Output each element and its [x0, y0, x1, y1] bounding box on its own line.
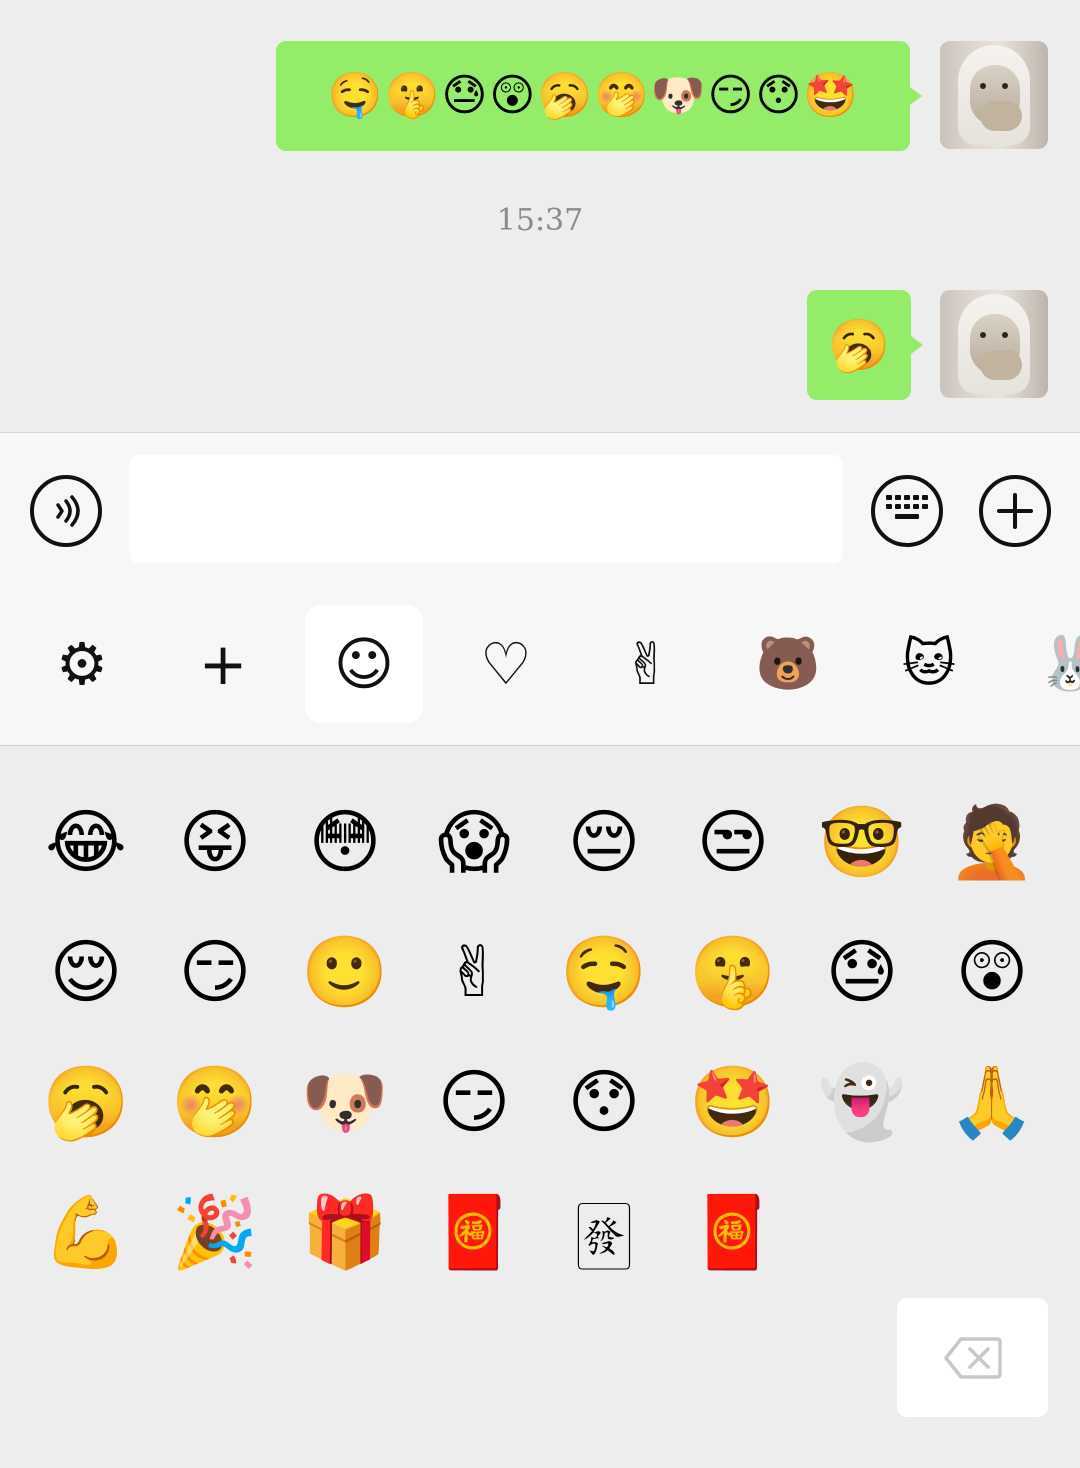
emoji-key[interactable]: 🤓	[812, 792, 912, 892]
keyboard-icon	[886, 495, 928, 519]
emoji-key[interactable]: 😔	[554, 792, 654, 892]
emoji-panel: 😂 😝 😳 😱 😔 😒 🤓 🤦 😌 😏 🙂 ✌ 🤤 🤫 😓 😲 🥱 🤭 🐶 😏 😯 🤩 👻 🙏 💪 🎉 🎁 🧧 🀅 🧧	[0, 746, 1080, 1468]
emoji-key[interactable]: 🎁	[295, 1182, 395, 1282]
message-emoji: 🤩	[803, 70, 859, 121]
emoji-key[interactable]: 🧧	[424, 1182, 524, 1282]
tab-rabbit-pack[interactable]: 🐰	[1011, 605, 1080, 723]
message-timestamp: 15:37	[496, 203, 584, 238]
backspace-icon	[943, 1336, 1002, 1379]
emoji-key[interactable]: 😯	[554, 1052, 654, 1152]
message-emoji: 🥱	[827, 316, 891, 374]
emoji-key[interactable]: ✌	[424, 922, 524, 1022]
emoji-key[interactable]: 🙂	[295, 922, 395, 1022]
emoji-key[interactable]: 🤭	[165, 1052, 265, 1152]
plus-icon: +	[198, 630, 248, 698]
cat-sticker-pack-icon: 🐱	[901, 634, 957, 694]
emoji-key[interactable]: 😝	[165, 792, 265, 892]
emoji-key[interactable]: 👻	[812, 1052, 912, 1152]
emoji-key[interactable]: 🧧	[683, 1182, 783, 1282]
keyboard-button[interactable]	[871, 475, 943, 547]
emoji-key[interactable]: 🐶	[295, 1052, 395, 1152]
heart-icon: ♡	[480, 630, 532, 698]
chat-area: 🤤 🤫 😓 😲 🥱 🤭 🐶 😏 😯 🤩 15:37 🥱	[0, 0, 1080, 432]
more-button[interactable]	[979, 475, 1051, 547]
message-emoji: 🥱	[537, 70, 592, 121]
emoji-key[interactable]: 😓	[812, 922, 912, 1022]
emoji-key[interactable]: 😱	[424, 792, 524, 892]
emoji-key[interactable]: 😳	[295, 792, 395, 892]
gear-icon: ⚙	[56, 630, 108, 698]
message-emoji: 🤭	[594, 70, 649, 121]
delete-button[interactable]	[897, 1298, 1048, 1417]
emoji-key[interactable]: 💪	[36, 1182, 136, 1282]
avatar[interactable]	[940, 290, 1048, 398]
tab-settings[interactable]: ⚙	[23, 605, 141, 723]
rabbit-sticker-pack-icon: 🐰	[1037, 634, 1080, 694]
smiley-icon: ☺	[333, 630, 395, 698]
emoji-key[interactable]: 🤤	[554, 922, 654, 1022]
message-bubble[interactable]: 🥱	[807, 290, 923, 400]
emoji-key[interactable]: 😏	[424, 1052, 524, 1152]
tab-bears-pack[interactable]: 🐻	[729, 605, 847, 723]
voice-icon	[56, 495, 80, 527]
emoji-key[interactable]: 😂	[36, 792, 136, 892]
avatar[interactable]	[940, 41, 1048, 149]
emoji-key[interactable]: 🤦	[942, 792, 1042, 892]
tab-add[interactable]: +	[164, 605, 282, 723]
tab-favorites[interactable]: ♡	[447, 605, 565, 723]
message-emoji: 🐶	[650, 70, 706, 121]
message-emoji: 😯	[755, 70, 802, 121]
emoji-key[interactable]: 🤫	[683, 922, 783, 1022]
bear-sticker-pack-icon: 🐻	[755, 634, 821, 694]
emoji-key[interactable]: 🙏	[942, 1052, 1042, 1152]
emoji-key[interactable]: 😲	[942, 922, 1042, 1022]
message-emoji: 😲	[489, 70, 536, 121]
message-emoji: 😓	[441, 70, 488, 121]
message-emoji: 😏	[707, 70, 754, 121]
tab-cat-pack[interactable]: 🐱	[870, 605, 988, 723]
message-bubble[interactable]: 🤤 🤫 😓 😲 🥱 🤭 🐶 😏 😯 🤩	[276, 41, 922, 151]
message-emoji: 🤤	[327, 70, 383, 121]
emoji-key[interactable]: 😒	[683, 792, 783, 892]
emoji-key[interactable]: 🀅	[554, 1182, 654, 1282]
plus-circle-icon	[997, 493, 1033, 529]
sticker-tab-bar: ⚙ + ☺ ♡ ✌ 🐻 🐱 🐰	[0, 585, 1080, 746]
voice-button[interactable]	[30, 475, 102, 547]
message-input[interactable]	[130, 455, 842, 563]
emoji-key[interactable]: 🥱	[36, 1052, 136, 1152]
emoji-key[interactable]: 😌	[36, 922, 136, 1022]
input-bar	[0, 432, 1080, 585]
emoji-key[interactable]: 🤩	[683, 1052, 783, 1152]
message-emoji: 🤫	[384, 70, 440, 121]
victory-hand-icon: ✌	[622, 630, 672, 698]
emoji-key[interactable]: 😏	[165, 922, 265, 1022]
tab-gestures[interactable]: ✌	[588, 605, 706, 723]
tab-emoji[interactable]: ☺	[305, 605, 423, 723]
emoji-key[interactable]: 🎉	[165, 1182, 265, 1282]
